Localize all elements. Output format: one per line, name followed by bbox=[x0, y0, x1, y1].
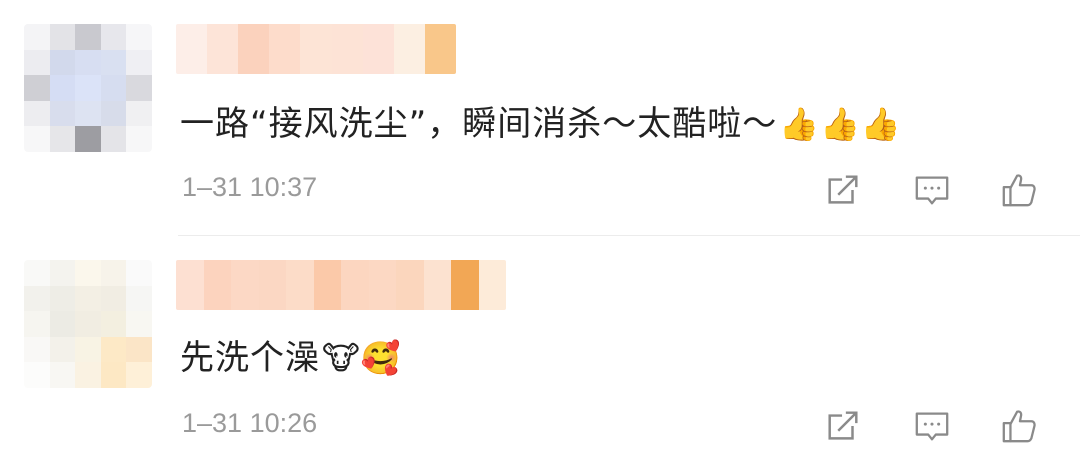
thumbs-up-emoji: 👍👍👍 bbox=[779, 105, 902, 143]
like-button[interactable] bbox=[999, 406, 1039, 446]
username-blurred[interactable] bbox=[176, 24, 456, 74]
share-button[interactable] bbox=[823, 170, 863, 210]
cow-hug-emoji: 🐮🥰 bbox=[322, 339, 402, 377]
like-button[interactable] bbox=[999, 170, 1039, 210]
comment-timestamp: 1–31 10:26 bbox=[182, 408, 318, 438]
comment-icon bbox=[915, 176, 949, 205]
share-icon bbox=[828, 411, 858, 440]
comment-icon bbox=[915, 412, 949, 441]
share-button[interactable] bbox=[823, 406, 863, 446]
reply-button[interactable] bbox=[912, 170, 952, 210]
comment-body: 先洗个澡 bbox=[180, 338, 320, 378]
reply-button[interactable] bbox=[912, 406, 952, 446]
comment-body: 一路“接风洗尘”，瞬间消杀～太酷啦～ bbox=[180, 104, 778, 144]
username-blurred[interactable] bbox=[176, 260, 506, 310]
comment-text: 先洗个澡🐮🥰 bbox=[180, 330, 402, 379]
thumbs-up-icon bbox=[1002, 410, 1036, 443]
avatar[interactable] bbox=[24, 24, 152, 152]
comment-text: 一路“接风洗尘”，瞬间消杀～太酷啦～👍👍👍 bbox=[180, 96, 902, 145]
thumbs-up-icon bbox=[1002, 174, 1036, 207]
avatar[interactable] bbox=[24, 260, 152, 388]
comment-timestamp: 1–31 10:37 bbox=[182, 172, 318, 202]
comment-item: 先洗个澡🐮🥰 1–31 10:26 bbox=[0, 236, 1080, 472]
share-icon bbox=[828, 175, 858, 204]
comment-item: 一路“接风洗尘”，瞬间消杀～太酷啦～👍👍👍 1–31 10:37 bbox=[0, 0, 1080, 236]
